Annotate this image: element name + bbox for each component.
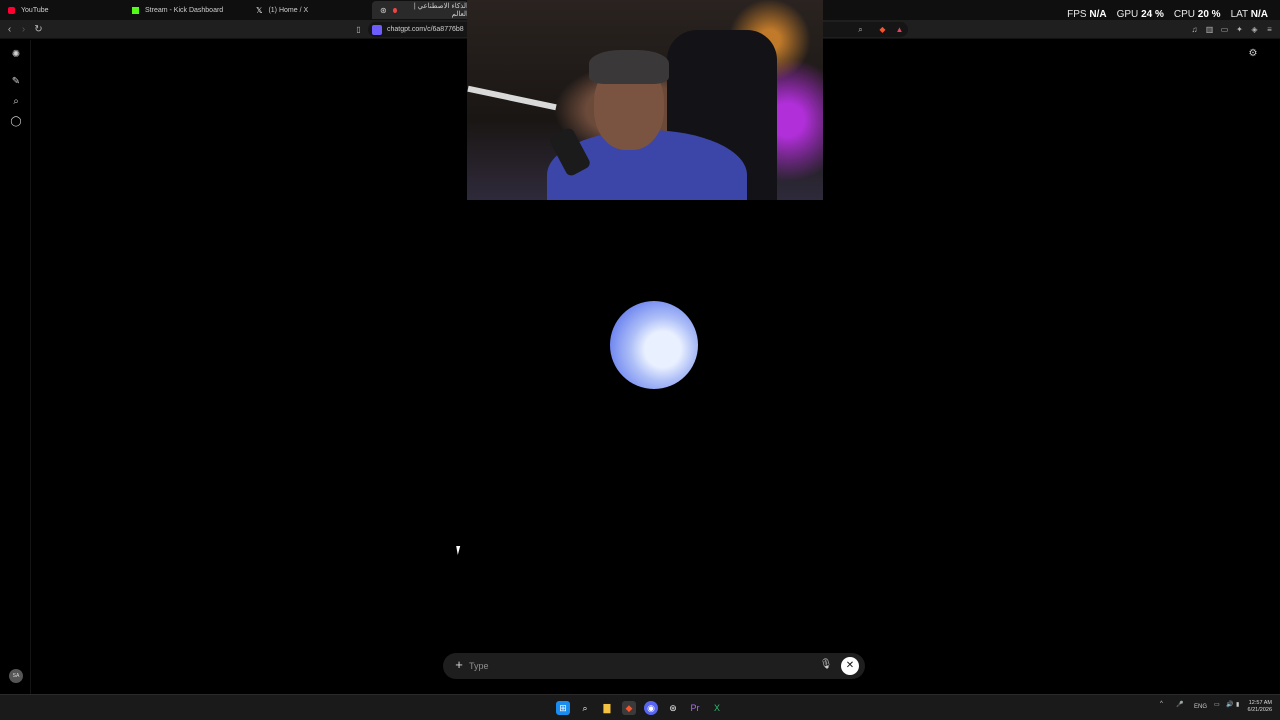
menu-icon[interactable]: ≡ (1263, 23, 1276, 36)
voice-settings-icon[interactable]: ⚙ (1246, 48, 1260, 62)
clock-date: 6/21/2026 (1247, 707, 1272, 713)
url-text: chatgpt.com/c/6a8776b8 (387, 26, 464, 33)
brave-rewards-icon[interactable]: ▲ (893, 23, 906, 36)
mouse-cursor (456, 546, 462, 555)
bookmark-icon[interactable]: ▯ (352, 23, 365, 36)
tab-label: YouTube (21, 6, 49, 14)
back-icon[interactable]: ‹ (3, 23, 16, 36)
vpn-icon[interactable]: ◈ (1248, 23, 1261, 36)
recording-icon (392, 7, 398, 13)
chat-sidebar-rail: ✺ ✎ ⌕ ◯ SA (0, 40, 31, 694)
end-voice-button[interactable]: ✕ (841, 657, 859, 675)
tab-label: Stream - Kick Dashboard (145, 6, 224, 14)
screen: YouTube Stream - Kick Dashboard 𝕏 (1) Ho… (0, 0, 1280, 720)
search-icon[interactable]: ⌕ (578, 701, 592, 715)
sidebar-toggle-icon[interactable]: ▥ (1203, 23, 1216, 36)
network-icon[interactable]: ▭ (1214, 701, 1220, 708)
voice-composer: + 🎙 ✕ (443, 653, 865, 679)
volume-icon[interactable]: 🔊 (1226, 701, 1233, 708)
file-explorer-icon[interactable]: ▇ (600, 701, 614, 715)
chatgpt-app-icon[interactable]: ⊛ (666, 701, 680, 715)
wallet-icon[interactable]: ▭ (1218, 23, 1231, 36)
kick-icon (132, 6, 139, 14)
brave-shield-icon[interactable]: ◆ (876, 23, 889, 36)
openai-logo-icon[interactable]: ✺ (9, 48, 23, 62)
zoom-icon[interactable]: ⌕ (854, 23, 867, 36)
battery-icon[interactable]: ▮ (1236, 701, 1239, 708)
x-icon: 𝕏 (256, 5, 263, 15)
tray-overflow-icon[interactable]: ^ (1160, 701, 1163, 707)
fps-readout: FPS N/A (1067, 9, 1107, 20)
tab-chatgpt[interactable]: ⊛ الذكاء الاصطناعي | العالم (372, 1, 468, 19)
chat-icon[interactable]: ◯ (9, 115, 23, 129)
discord-icon[interactable]: ◉ (644, 701, 658, 715)
tab-label: الذكاء الاصطناعي | العالم (413, 3, 468, 18)
new-chat-icon[interactable]: ✎ (9, 75, 23, 89)
webcam-overlay (467, 0, 823, 200)
latency-readout: LAT N/A (1230, 9, 1268, 20)
brave-browser-icon[interactable]: ◆ (622, 701, 636, 715)
windows-taskbar: ⊞ ⌕ ▇ ◆ ◉ ⊛ Pr X ^ 🎤 ENG ▭ 🔊 ▮ 12:57 AM … (0, 694, 1280, 720)
mic-tray-icon[interactable]: 🎤 (1176, 701, 1183, 708)
media-icon[interactable]: ♫ (1188, 23, 1201, 36)
voice-mode-orb (610, 301, 698, 389)
tab-x-home[interactable]: 𝕏 (1) Home / X (248, 1, 370, 19)
webcam-mic-arm (467, 85, 557, 111)
mic-off-icon[interactable]: 🎙 (819, 659, 833, 673)
plus-icon[interactable]: + (452, 658, 466, 672)
system-clock[interactable]: 12:57 AM 6/21/2026 (1248, 700, 1272, 714)
search-icon[interactable]: ⌕ (9, 95, 23, 109)
reload-icon[interactable]: ↻ (32, 23, 45, 36)
avatar[interactable]: SA (9, 669, 23, 683)
premiere-icon[interactable]: Pr (688, 701, 702, 715)
tab-youtube[interactable]: YouTube (0, 1, 122, 19)
gpu-readout: GPU 24 % (1116, 9, 1164, 20)
extensions-icon[interactable]: ✦ (1233, 23, 1246, 36)
tab-kick-dashboard[interactable]: Stream - Kick Dashboard (124, 1, 246, 19)
excel-icon[interactable]: X (710, 701, 724, 715)
chatgpt-icon: ⊛ (380, 5, 387, 15)
performance-hud: FPS N/A GPU 24 % CPU 20 % LAT N/A (1067, 9, 1268, 20)
tab-label: (1) Home / X (268, 6, 309, 14)
site-info-icon[interactable] (372, 24, 382, 35)
message-input[interactable] (469, 658, 809, 674)
youtube-icon (8, 6, 15, 14)
windows-start-icon[interactable]: ⊞ (556, 701, 570, 715)
language-indicator[interactable]: ENG (1194, 704, 1207, 710)
forward-icon[interactable]: › (17, 23, 30, 36)
cpu-readout: CPU 20 % (1173, 9, 1221, 20)
webcam-cap (589, 50, 669, 84)
clock-time: 12:57 AM (1248, 700, 1272, 706)
